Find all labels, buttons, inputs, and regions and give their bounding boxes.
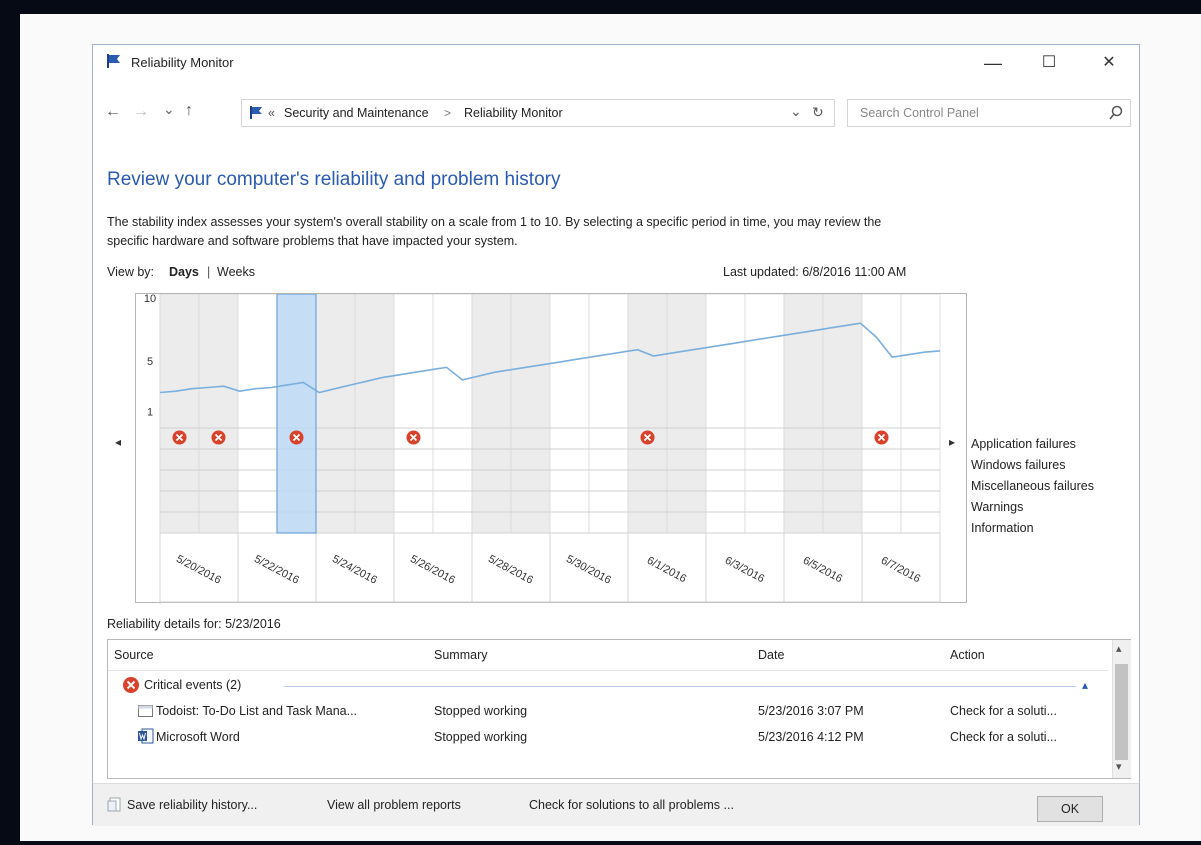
chart-column <box>900 294 941 534</box>
minimize-button[interactable]: — <box>973 49 1013 77</box>
chart-column <box>510 294 551 534</box>
recent-locations-button[interactable]: ⌄ <box>163 101 175 118</box>
y-tick-label-10: 10 <box>144 294 156 305</box>
flag-icon <box>105 53 123 74</box>
view-days-link[interactable]: Days <box>169 265 199 279</box>
app-icon <box>138 704 154 723</box>
reliability-details-table[interactable]: Source Summary Date Action Critical even… <box>107 639 1131 779</box>
chart-scroll-right-button[interactable]: ▸ <box>949 435 955 449</box>
reliability-details-label: Reliability details for: 5/23/2016 <box>107 617 281 631</box>
save-reliability-history-link[interactable]: Save reliability history... <box>127 798 257 812</box>
selected-day-column <box>276 294 317 534</box>
reliability-chart-svg[interactable]: 10515/20/2016 5/22/2016 5/24/2016 5/26/2016… <box>136 294 968 604</box>
chart-column <box>471 294 512 534</box>
chart-column <box>315 294 356 534</box>
chart-column <box>198 294 239 534</box>
chart-column <box>822 294 863 534</box>
footer-bar: Save reliability history... View all pro… <box>93 783 1139 826</box>
scroll-down-button[interactable]: ▾ <box>1116 760 1122 773</box>
legend-warnings: Warnings <box>971 500 1024 514</box>
chart-column <box>432 294 473 534</box>
legend-information: Information <box>971 521 1034 535</box>
window-title: Reliability Monitor <box>131 55 234 70</box>
chart-column <box>705 294 746 534</box>
row-1-check-solution-link[interactable]: Check for a soluti... <box>950 704 1057 718</box>
up-button[interactable]: ↑ <box>185 102 193 120</box>
breadcrumb-prefix: « <box>268 106 275 120</box>
group-divider <box>284 686 1076 687</box>
row-1-date: 5/23/2016 3:07 PM <box>758 704 864 718</box>
breadcrumb-separator: > <box>444 106 452 120</box>
maximize-button[interactable]: ☐ <box>1029 49 1069 77</box>
column-header-source[interactable]: Source <box>114 648 154 662</box>
search-box[interactable]: Search Control Panel <box>847 99 1131 127</box>
chart-column <box>588 294 629 534</box>
view-weeks-link[interactable]: Weeks <box>217 265 255 279</box>
ok-button[interactable]: OK <box>1037 796 1103 822</box>
close-button[interactable]: ✕ <box>1089 49 1129 77</box>
flag-icon <box>248 105 264 126</box>
collapse-group-button[interactable]: ▴ <box>1082 678 1088 692</box>
word-icon <box>138 728 154 749</box>
column-header-date[interactable]: Date <box>758 648 784 662</box>
y-tick-label-5: 5 <box>147 356 153 368</box>
legend-application-failures: Application failures <box>971 437 1076 451</box>
column-header-action[interactable]: Action <box>950 648 985 662</box>
chart-scroll-left-button[interactable]: ◂ <box>115 435 121 449</box>
chart-column <box>159 294 200 534</box>
save-icon <box>107 797 123 818</box>
header-divider <box>108 670 1108 671</box>
description-line-2: specific hardware and software problems … <box>107 234 518 248</box>
critical-error-icon <box>122 676 140 699</box>
breadcrumb-security-and-maintenance[interactable]: Security and Maintenance <box>284 106 429 120</box>
row-1-summary: Stopped working <box>434 704 528 718</box>
chart-column <box>666 294 707 534</box>
column-header-summary[interactable]: Summary <box>434 648 487 662</box>
row-2-date: 5/23/2016 4:12 PM <box>758 730 864 744</box>
view-by-label: View by: <box>107 265 155 279</box>
chart-column <box>744 294 785 534</box>
reliability-chart[interactable]: 10 5 1 5/20/2016 5/22/2016 5/24/2016 5/26/2016… <box>135 293 968 604</box>
chart-column <box>393 294 434 534</box>
chart-column <box>354 294 395 534</box>
row-2-source[interactable]: Microsoft Word <box>156 730 240 744</box>
page-heading: Review your computer's reliability and p… <box>107 169 561 190</box>
reliability-monitor-window: Reliability Monitor — ☐ ✕ ← → ⌄ ↑ « Secu… <box>92 44 1140 826</box>
scroll-up-button[interactable]: ▴ <box>1116 642 1122 655</box>
chart-column <box>549 294 590 534</box>
row-2-summary: Stopped working <box>434 730 528 744</box>
scrollbar-thumb[interactable] <box>1115 664 1128 760</box>
breadcrumb-reliability-monitor[interactable]: Reliability Monitor <box>464 106 563 120</box>
forward-button[interactable]: → <box>133 103 149 121</box>
chart-column <box>627 294 668 534</box>
back-button[interactable]: ← <box>105 103 121 121</box>
last-updated: Last updated: 6/8/2016 11:00 AM <box>723 265 907 279</box>
search-icon[interactable] <box>1108 104 1124 127</box>
check-solutions-all-link[interactable]: Check for solutions to all problems ... <box>529 798 734 812</box>
address-dropdown-button[interactable]: ⌄ <box>790 103 802 120</box>
legend-miscellaneous-failures: Miscellaneous failures <box>971 479 1094 493</box>
chart-column <box>237 294 278 534</box>
address-bar[interactable]: « Security and Maintenance > Reliability… <box>241 99 835 127</box>
row-1-source[interactable]: Todoist: To-Do List and Task Mana... <box>156 704 357 718</box>
row-2-check-solution-link[interactable]: Check for a soluti... <box>950 730 1057 744</box>
y-tick-label-1: 1 <box>147 406 153 418</box>
view-all-problem-reports-link[interactable]: View all problem reports <box>327 798 461 812</box>
refresh-button[interactable]: ↻ <box>812 104 824 121</box>
description-line-1: The stability index assesses your system… <box>107 215 882 229</box>
view-separator: | <box>207 265 211 279</box>
critical-events-group[interactable]: Critical events (2) <box>144 678 241 692</box>
search-input[interactable]: Search Control Panel <box>860 106 979 120</box>
legend-windows-failures: Windows failures <box>971 458 1066 472</box>
